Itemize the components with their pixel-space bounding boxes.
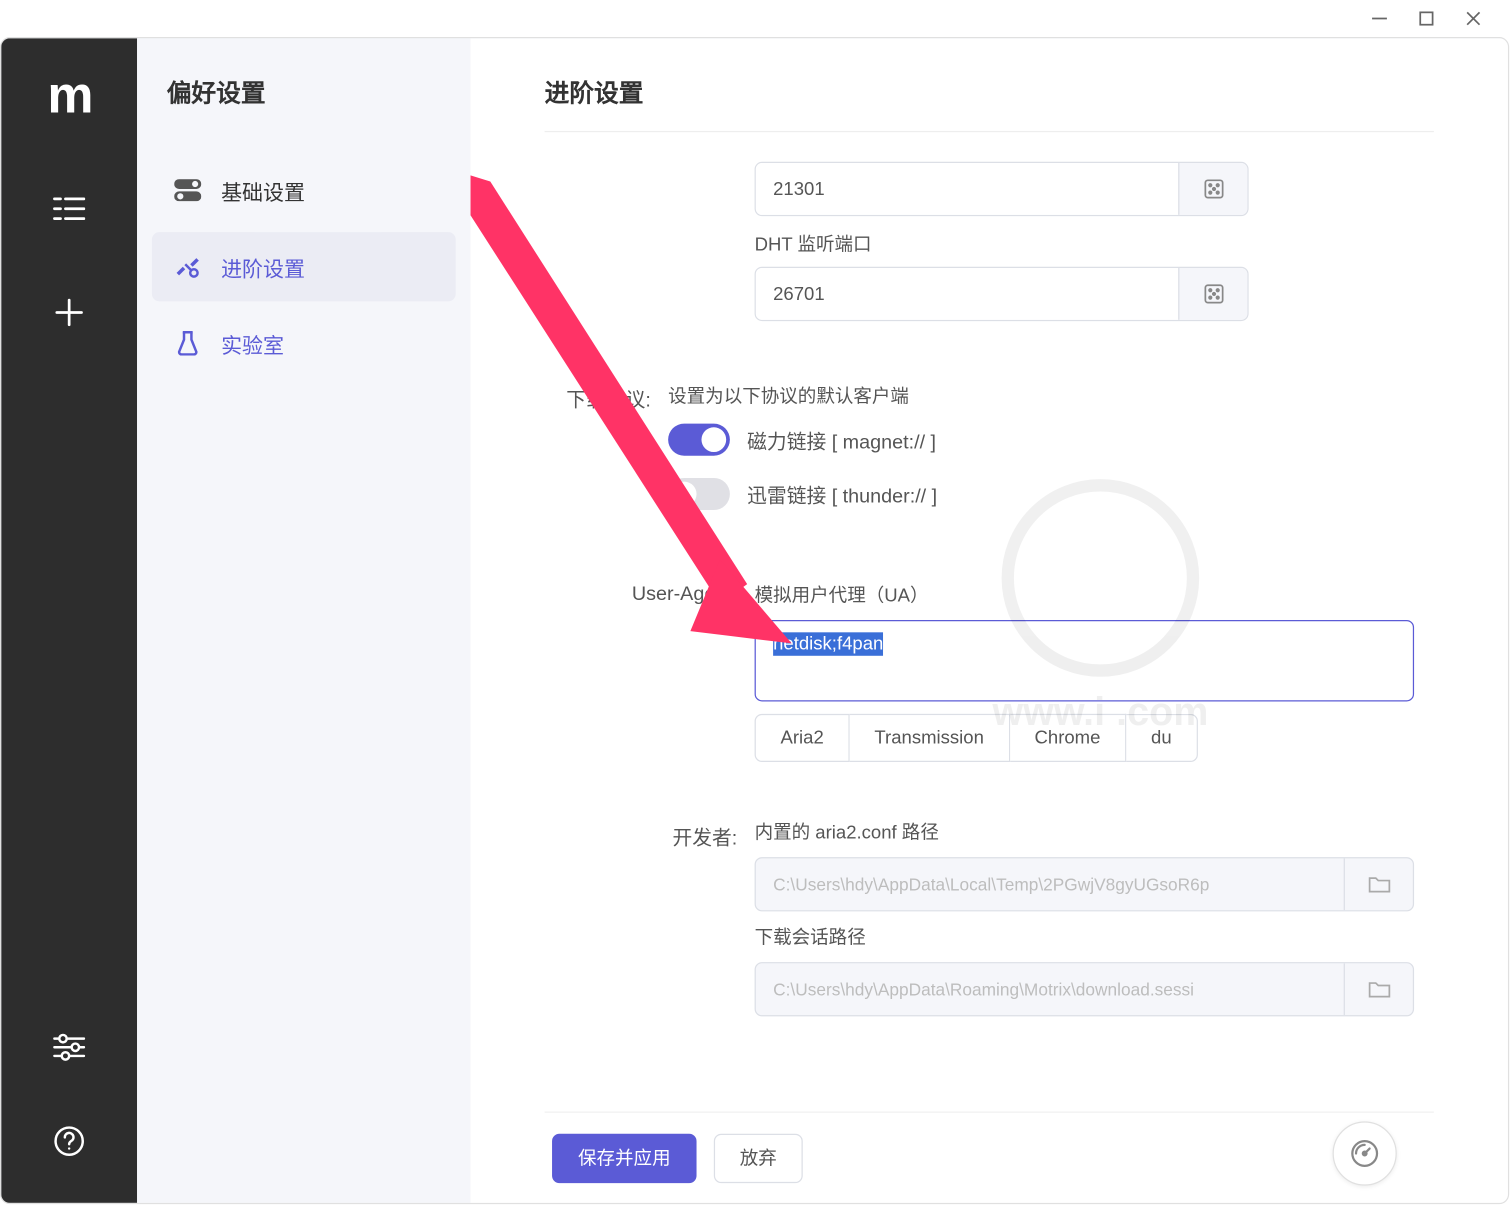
sidebar-item-lab[interactable]: 实验室 <box>152 309 456 378</box>
session-path-field <box>755 962 1414 1016</box>
nav-settings-icon[interactable] <box>44 1023 93 1072</box>
session-path-input[interactable] <box>756 963 1344 1015</box>
ua-textarea[interactable]: netdisk;f4pan <box>755 620 1414 702</box>
discard-button[interactable]: 放弃 <box>714 1133 803 1182</box>
tools-icon <box>174 253 201 280</box>
folder-icon[interactable] <box>1344 858 1413 910</box>
save-button[interactable]: 保存并应用 <box>552 1133 697 1182</box>
listen-port-field <box>755 162 1249 216</box>
nav-add-icon[interactable] <box>44 288 93 337</box>
thunder-toggle-label: 迅雷链接 [ thunder:// ] <box>747 479 937 509</box>
window-close-icon[interactable] <box>1465 10 1482 27</box>
app-logo: m <box>47 65 91 124</box>
sidebar-item-label: 进阶设置 <box>221 251 305 282</box>
listen-port-input[interactable] <box>756 163 1178 215</box>
ua-preset-du[interactable]: du <box>1126 714 1197 762</box>
sidebar-item-label: 实验室 <box>221 328 284 359</box>
developer-label: 开发者: <box>545 819 755 851</box>
sidebar-item-basic[interactable]: 基础设置 <box>152 156 456 225</box>
settings-sidebar: 偏好设置 基础设置 进阶设置 实验室 <box>137 38 470 1203</box>
nav-tasks-icon[interactable] <box>44 184 93 233</box>
ua-preset-group: Aria2 Transmission Chrome du <box>755 714 1434 762</box>
session-path-label: 下载会话路径 <box>755 924 1434 950</box>
sidebar-title: 偏好设置 <box>152 73 456 109</box>
dht-port-label: DHT 监听端口 <box>755 231 1434 257</box>
dht-port-input[interactable] <box>756 268 1178 320</box>
random-port-icon[interactable] <box>1178 163 1247 215</box>
aria2-conf-field <box>755 857 1414 911</box>
ua-preset-chrome[interactable]: Chrome <box>1010 714 1127 762</box>
ua-label: User-Agent: <box>545 582 755 607</box>
window-maximize-icon[interactable] <box>1418 10 1435 27</box>
ua-preset-transmission[interactable]: Transmission <box>850 714 1010 762</box>
window-titlebar <box>0 0 1509 37</box>
random-port-icon[interactable] <box>1178 268 1247 320</box>
footer: 保存并应用 放弃 <box>545 1112 1434 1203</box>
settings-content: 进阶设置 www.i .com D <box>471 38 1508 1203</box>
ua-preset-aria2[interactable]: Aria2 <box>755 714 850 762</box>
magnet-toggle-label: 磁力链接 [ magnet:// ] <box>747 425 936 455</box>
toggles-icon <box>174 177 201 204</box>
thunder-toggle[interactable] <box>668 478 730 510</box>
nav-help-icon[interactable] <box>44 1116 93 1165</box>
protocol-label: 下载协议: <box>545 371 669 413</box>
protocol-desc: 设置为以下协议的默认客户端 <box>668 371 1434 409</box>
aria2-conf-label: 内置的 aria2.conf 路径 <box>755 819 1434 845</box>
speed-fab-icon[interactable] <box>1333 1121 1397 1185</box>
folder-icon[interactable] <box>1344 963 1413 1015</box>
magnet-toggle[interactable] <box>668 424 730 456</box>
aria2-conf-input[interactable] <box>756 858 1344 910</box>
flask-icon <box>174 330 201 357</box>
nav-rail: m <box>1 38 137 1203</box>
sidebar-item-advanced[interactable]: 进阶设置 <box>152 232 456 301</box>
sidebar-item-label: 基础设置 <box>221 175 305 206</box>
content-title: 进阶设置 <box>545 73 1434 132</box>
dht-port-field <box>755 267 1249 321</box>
window-minimize-icon[interactable] <box>1371 10 1388 27</box>
ua-desc: 模拟用户代理（UA） <box>755 582 1434 608</box>
